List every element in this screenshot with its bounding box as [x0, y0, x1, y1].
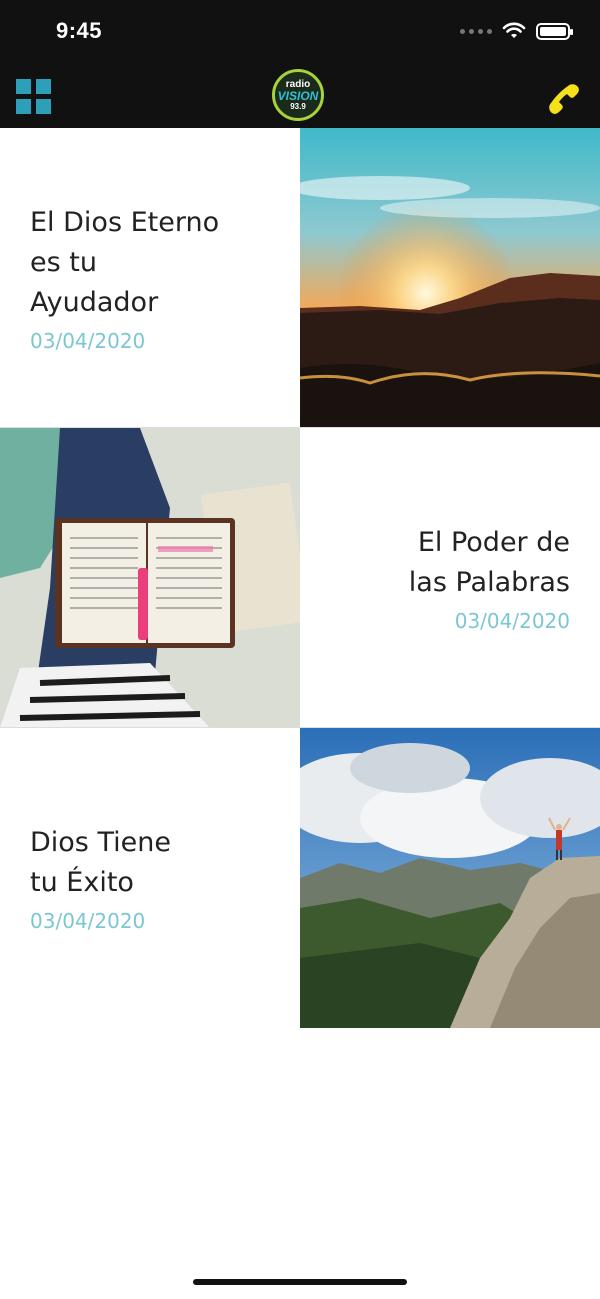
battery-icon: [536, 22, 573, 40]
logo-top-text: radio: [285, 78, 311, 90]
post-text: El Poder de las Palabras 03/04/2020: [300, 428, 600, 728]
mountain-summit-image[interactable]: [300, 728, 600, 1028]
post-title-line: las Palabras: [408, 567, 570, 598]
post-text: El Dios Eterno es tu Ayudador 03/04/2020: [0, 128, 300, 428]
grid-menu-icon[interactable]: [16, 79, 51, 114]
post-title-line: tu Éxito: [30, 867, 134, 898]
post-feed: El Dios Eterno es tu Ayudador 03/04/2020: [0, 128, 600, 1028]
signal-icon: [460, 28, 492, 34]
wifi-icon: [502, 22, 526, 38]
post-date: 03/04/2020: [454, 609, 570, 633]
post-title-line: El Poder de: [417, 527, 570, 558]
post-date: 03/04/2020: [30, 329, 146, 353]
status-time: 9:45: [56, 18, 103, 43]
post-title-line: Ayudador: [30, 287, 159, 318]
sunset-mountain-image[interactable]: [300, 128, 600, 428]
post-card[interactable]: El Dios Eterno es tu Ayudador 03/04/2020: [0, 128, 600, 428]
nav-bar: radio VISION 93.9: [0, 66, 600, 128]
post-card[interactable]: Dios Tiene tu Éxito 03/04/2020: [0, 728, 600, 1028]
post-title-line: Dios Tiene: [30, 827, 171, 858]
open-bible-image[interactable]: [0, 428, 300, 728]
post-text: Dios Tiene tu Éxito 03/04/2020: [0, 728, 300, 1028]
post-title: Dios Tiene tu Éxito: [30, 823, 280, 903]
home-indicator[interactable]: [193, 1279, 407, 1285]
radio-logo[interactable]: radio VISION 93.9: [272, 69, 324, 121]
post-title: El Dios Eterno es tu Ayudador: [30, 203, 280, 323]
phone-icon[interactable]: [542, 76, 586, 120]
logo-number-text: 93.9: [290, 101, 306, 111]
post-card[interactable]: El Poder de las Palabras 03/04/2020: [0, 428, 600, 728]
status-icons: [460, 22, 573, 40]
logo-middle-text: VISION: [277, 88, 319, 103]
status-bar: 9:45: [0, 0, 600, 66]
post-title: El Poder de las Palabras: [409, 523, 570, 603]
post-date: 03/04/2020: [30, 909, 146, 933]
post-title-line: El Dios Eterno: [30, 207, 220, 238]
post-title-line: es tu: [30, 247, 97, 278]
